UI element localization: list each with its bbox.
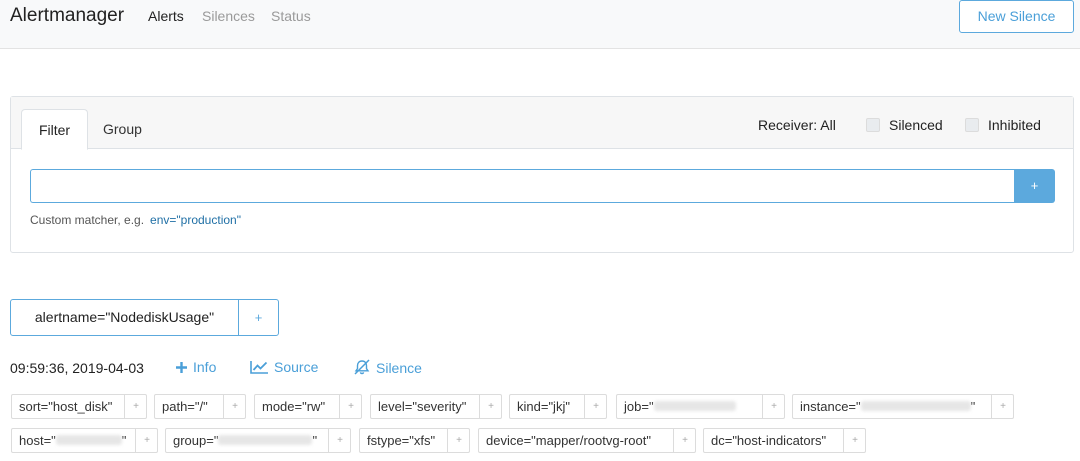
label-chip-text[interactable]: path="/" <box>155 395 224 418</box>
label-chip: fstype="xfs" + <box>359 428 470 453</box>
label-chip-add-button[interactable]: + <box>844 429 866 452</box>
label-chip: job=" + <box>616 394 785 419</box>
filter-card-header: Filter Group Receiver: All Silenced Inhi… <box>11 97 1073 150</box>
nav-status[interactable]: Status <box>271 8 311 24</box>
label-chip: dc="host-indicators" + <box>703 428 866 453</box>
silence-button[interactable]: Silence <box>353 359 422 378</box>
receiver-selector[interactable]: Receiver: All <box>758 117 836 133</box>
navbar: Alertmanager Alerts Silences Status New … <box>0 0 1080 49</box>
label-chip-add-button[interactable]: + <box>763 395 785 418</box>
label-chip: path="/" + <box>154 394 246 419</box>
label-chip-text[interactable]: host=" " <box>12 429 136 452</box>
label-chip-text[interactable]: device="mapper/rootvg-root" <box>479 429 674 452</box>
label-chip-text[interactable]: instance=" " <box>793 395 992 418</box>
label-chip-add-button[interactable]: + <box>674 429 696 452</box>
label-key-instance: instance=" <box>800 399 861 414</box>
silenced-checkbox[interactable] <box>866 118 880 132</box>
alert-timestamp: 09:59:36, 2019-04-03 <box>10 360 144 376</box>
label-value-end: " <box>121 433 127 448</box>
label-value-end: " <box>312 433 318 448</box>
add-filter-button[interactable]: + <box>1014 169 1055 203</box>
label-value-end: " <box>970 399 976 414</box>
redacted-value <box>860 401 971 411</box>
label-chip: sort="host_disk" + <box>11 394 147 419</box>
label-chip-add-button[interactable]: + <box>136 429 158 452</box>
chart-line-icon <box>250 360 269 377</box>
label-chip-add-button[interactable]: + <box>448 429 470 452</box>
alert-group-add-button[interactable]: + <box>239 300 278 335</box>
label-chip-add-button[interactable]: + <box>125 395 147 418</box>
label-chip-text[interactable]: group=" " <box>166 429 329 452</box>
label-chip-text[interactable]: sort="host_disk" <box>12 395 125 418</box>
label-chip-text[interactable]: job=" <box>617 395 763 418</box>
label-chip-add-button[interactable]: + <box>224 395 246 418</box>
label-key-job: job=" <box>624 399 654 414</box>
alert-group-label[interactable]: alertname="NodediskUsage" <box>11 300 239 335</box>
redacted-value <box>653 401 736 411</box>
redacted-value <box>55 435 122 445</box>
matcher-hint-text: Custom matcher, e.g. <box>30 213 145 227</box>
label-chip: mode="rw" + <box>254 394 362 419</box>
source-button[interactable]: Source <box>250 359 318 377</box>
bell-slash-icon <box>353 359 371 378</box>
label-chip-add-button[interactable]: + <box>329 429 351 452</box>
matcher-hint-example[interactable]: env="production" <box>150 213 241 227</box>
label-chip-add-button[interactable]: + <box>340 395 362 418</box>
plus-icon <box>175 361 188 377</box>
label-key-host: host=" <box>19 433 56 448</box>
label-chip-add-button[interactable]: + <box>480 395 502 418</box>
label-chip: host=" " + <box>11 428 158 453</box>
label-chip: device="mapper/rootvg-root" + <box>478 428 696 453</box>
label-chip-text[interactable]: level="severity" <box>371 395 480 418</box>
silenced-label[interactable]: Silenced <box>889 117 943 133</box>
brand[interactable]: Alertmanager <box>10 5 124 27</box>
new-silence-button[interactable]: New Silence <box>959 0 1074 33</box>
inhibited-checkbox[interactable] <box>965 118 979 132</box>
matcher-hint: Custom matcher, e.g. env="production" <box>30 213 241 227</box>
nav-silences[interactable]: Silences <box>202 8 255 24</box>
tab-group[interactable]: Group <box>103 109 142 150</box>
source-label: Source <box>274 359 319 375</box>
label-chip-text[interactable]: dc="host-indicators" <box>704 429 844 452</box>
label-chip: level="severity" + <box>370 394 502 419</box>
inhibited-label[interactable]: Inhibited <box>988 117 1041 133</box>
label-chip-text[interactable]: kind="jkj" <box>510 395 585 418</box>
label-chip-text[interactable]: mode="rw" <box>255 395 340 418</box>
label-chip-add-button[interactable]: + <box>585 395 607 418</box>
tab-filter[interactable]: Filter <box>21 109 88 150</box>
filter-card: Filter Group Receiver: All Silenced Inhi… <box>10 96 1074 253</box>
info-label: Info <box>193 359 217 375</box>
label-chip-add-button[interactable]: + <box>992 395 1014 418</box>
label-chip: instance=" " + <box>792 394 1014 419</box>
filter-input[interactable] <box>30 169 1014 203</box>
info-button[interactable]: Info <box>175 359 216 377</box>
label-chip: group=" " + <box>165 428 351 453</box>
nav-alerts[interactable]: Alerts <box>148 8 184 24</box>
alert-group-button: alertname="NodediskUsage" + <box>10 299 279 336</box>
redacted-value <box>218 435 313 445</box>
label-chip-text[interactable]: fstype="xfs" <box>360 429 448 452</box>
silence-label: Silence <box>376 360 422 376</box>
label-chip: kind="jkj" + <box>509 394 607 419</box>
label-key-group: group=" <box>173 433 219 448</box>
